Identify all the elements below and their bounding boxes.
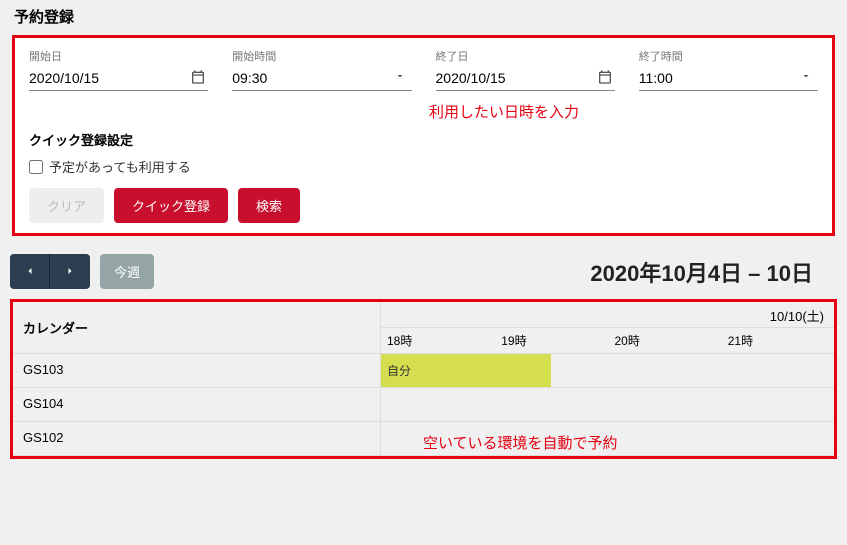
start-time-label: 開始時間 bbox=[232, 48, 411, 64]
next-button[interactable] bbox=[50, 254, 90, 288]
clear-button[interactable]: クリア bbox=[29, 188, 104, 223]
list-item[interactable]: GS103 bbox=[13, 354, 380, 388]
chevron-down-icon[interactable] bbox=[800, 69, 816, 85]
start-time-input[interactable] bbox=[232, 66, 411, 91]
start-time-field: 開始時間 bbox=[232, 48, 411, 91]
page-title: 予約登録 bbox=[10, 6, 837, 27]
start-date-field: 開始日 bbox=[29, 48, 208, 91]
end-date-label: 終了日 bbox=[436, 48, 615, 64]
calendar-toolbar: 今週 2020年10月4日 – 10日 bbox=[10, 254, 837, 289]
calendar-icon[interactable] bbox=[597, 69, 613, 85]
calendar-grid: 空いている環境を自動で予約 カレンダー GS103 GS104 GS102 10… bbox=[10, 299, 837, 459]
end-date-input[interactable] bbox=[436, 66, 615, 91]
table-row: 自分 bbox=[381, 354, 834, 388]
calendar-date-range: 2020年10月4日 – 10日 bbox=[590, 256, 837, 288]
end-time-input[interactable] bbox=[639, 66, 818, 91]
time-slot[interactable] bbox=[608, 354, 721, 387]
end-date-field: 終了日 bbox=[436, 48, 615, 91]
start-date-label: 開始日 bbox=[29, 48, 208, 64]
end-time-label: 終了時間 bbox=[639, 48, 818, 64]
time-slot[interactable] bbox=[721, 354, 834, 387]
reservation-form: 開始日 開始時間 終了日 終了時間 bbox=[12, 35, 835, 236]
start-date-input[interactable] bbox=[29, 66, 208, 91]
time-slot[interactable] bbox=[608, 388, 721, 421]
list-item[interactable]: GS104 bbox=[13, 388, 380, 422]
end-time-field: 終了時間 bbox=[639, 48, 818, 91]
time-label: 19時 bbox=[494, 328, 607, 353]
time-label: 18時 bbox=[381, 328, 494, 353]
annotation-datetime: 利用したい日時を入力 bbox=[429, 101, 818, 122]
search-button[interactable]: 検索 bbox=[238, 188, 300, 223]
list-item[interactable]: GS102 bbox=[13, 422, 380, 456]
annotation-auto-reserve: 空いている環境を自動で予約 bbox=[423, 432, 618, 453]
time-slot[interactable] bbox=[721, 388, 834, 421]
quick-settings-title: クイック登録設定 bbox=[29, 130, 818, 149]
calendar-column-header: カレンダー bbox=[13, 302, 380, 354]
calendar-nav-group bbox=[10, 254, 90, 289]
table-row bbox=[381, 388, 834, 422]
override-checkbox[interactable] bbox=[29, 160, 43, 174]
time-slot[interactable] bbox=[381, 388, 494, 421]
time-slot[interactable] bbox=[494, 388, 607, 421]
prev-button[interactable] bbox=[10, 254, 50, 288]
time-label: 20時 bbox=[608, 328, 721, 353]
chevron-down-icon[interactable] bbox=[394, 69, 410, 85]
time-slot[interactable] bbox=[608, 422, 721, 455]
this-week-button[interactable]: 今週 bbox=[100, 254, 154, 289]
calendar-time-header: 18時 19時 20時 21時 bbox=[381, 328, 834, 354]
calendar-day-header: 10/10(土) bbox=[381, 302, 834, 328]
time-label: 21時 bbox=[721, 328, 834, 353]
quick-register-button[interactable]: クイック登録 bbox=[114, 188, 228, 223]
calendar-icon[interactable] bbox=[190, 69, 206, 85]
override-checkbox-label: 予定があっても利用する bbox=[49, 157, 191, 176]
calendar-event-self[interactable]: 自分 bbox=[381, 354, 551, 387]
override-checkbox-row[interactable]: 予定があっても利用する bbox=[29, 157, 818, 176]
time-slot[interactable] bbox=[721, 422, 834, 455]
